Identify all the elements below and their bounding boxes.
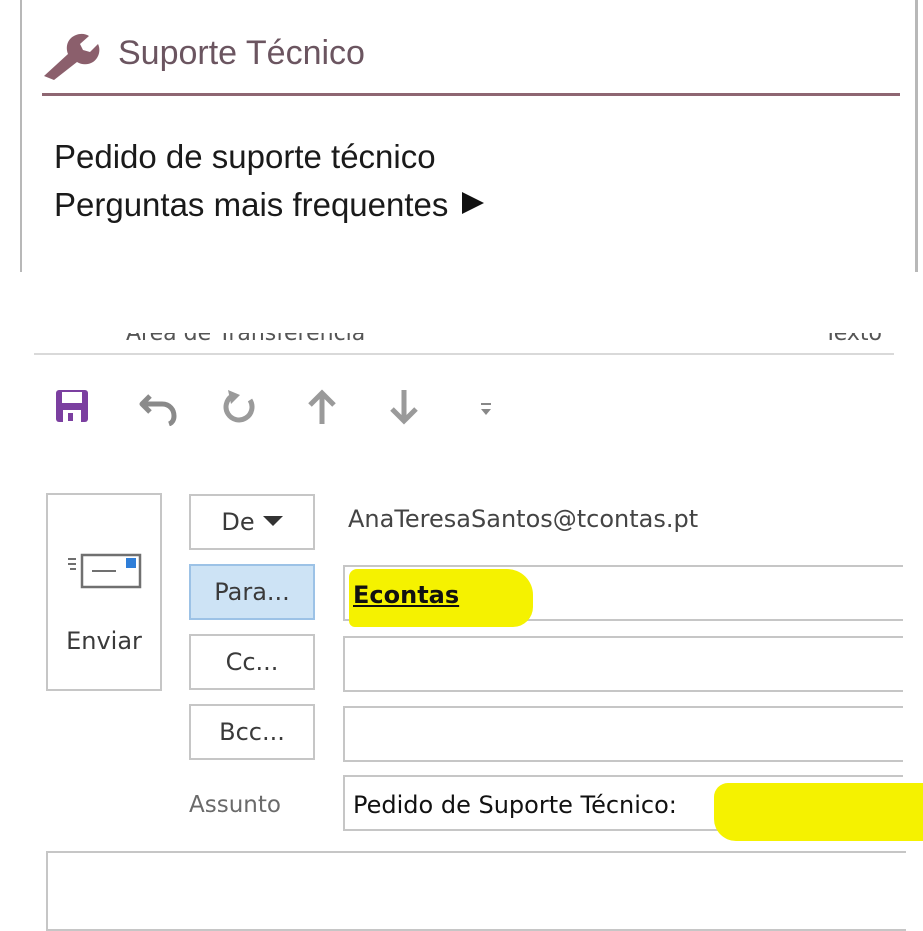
down-arrow-icon[interactable] bbox=[388, 388, 420, 426]
ribbon-remnant: Área de Transferência Texto bbox=[34, 333, 894, 355]
support-request-link[interactable]: Pedido de suporte técnico bbox=[54, 138, 436, 176]
subject-value: Pedido de Suporte Técnico: bbox=[353, 791, 677, 819]
ribbon-group-text-label: Texto bbox=[824, 333, 882, 346]
bcc-button[interactable]: Bcc... bbox=[189, 704, 315, 760]
from-address: AnaTeresaSantos@tcontas.pt bbox=[348, 505, 699, 533]
undo-icon[interactable] bbox=[138, 390, 178, 426]
support-title: Suporte Técnico bbox=[118, 34, 365, 72]
faq-link[interactable]: Perguntas mais frequentes bbox=[54, 186, 485, 224]
support-request-label: Pedido de suporte técnico bbox=[54, 138, 436, 175]
cc-button[interactable]: Cc... bbox=[189, 634, 315, 690]
bcc-button-label: Bcc... bbox=[219, 718, 285, 746]
send-label: Enviar bbox=[66, 627, 142, 655]
cc-field[interactable] bbox=[343, 636, 903, 692]
subject-field[interactable]: Pedido de Suporte Técnico: bbox=[343, 775, 923, 841]
send-envelope-icon bbox=[68, 553, 142, 589]
wrench-icon bbox=[44, 33, 100, 80]
ribbon-group-clipboard-label: Área de Transferência bbox=[126, 333, 366, 346]
play-arrow-icon bbox=[462, 192, 485, 214]
chevron-down-icon bbox=[262, 516, 283, 526]
up-arrow-icon[interactable] bbox=[306, 388, 338, 426]
panel-border-right bbox=[915, 0, 918, 272]
support-panel: Suporte Técnico Pedido de suporte técnic… bbox=[0, 0, 923, 272]
from-button[interactable]: De bbox=[189, 494, 315, 550]
from-button-label: De bbox=[221, 508, 255, 536]
title-divider bbox=[42, 93, 900, 96]
customize-icon[interactable] bbox=[478, 400, 494, 418]
send-button[interactable]: Enviar bbox=[46, 493, 162, 691]
bcc-field[interactable] bbox=[343, 706, 903, 762]
panel-border-left bbox=[20, 0, 22, 272]
subject-label: Assunto bbox=[189, 792, 281, 818]
faq-label: Perguntas mais frequentes bbox=[54, 186, 449, 223]
to-recipient: Econtas bbox=[353, 581, 460, 609]
save-icon[interactable] bbox=[54, 388, 90, 424]
to-button-label: Para... bbox=[214, 578, 290, 606]
cc-button-label: Cc... bbox=[225, 648, 279, 676]
to-button[interactable]: Para... bbox=[189, 564, 315, 620]
message-body[interactable] bbox=[46, 851, 906, 931]
redo-icon[interactable] bbox=[220, 388, 258, 426]
to-field[interactable]: Econtas bbox=[343, 565, 903, 627]
yellow-highlight bbox=[714, 783, 923, 841]
